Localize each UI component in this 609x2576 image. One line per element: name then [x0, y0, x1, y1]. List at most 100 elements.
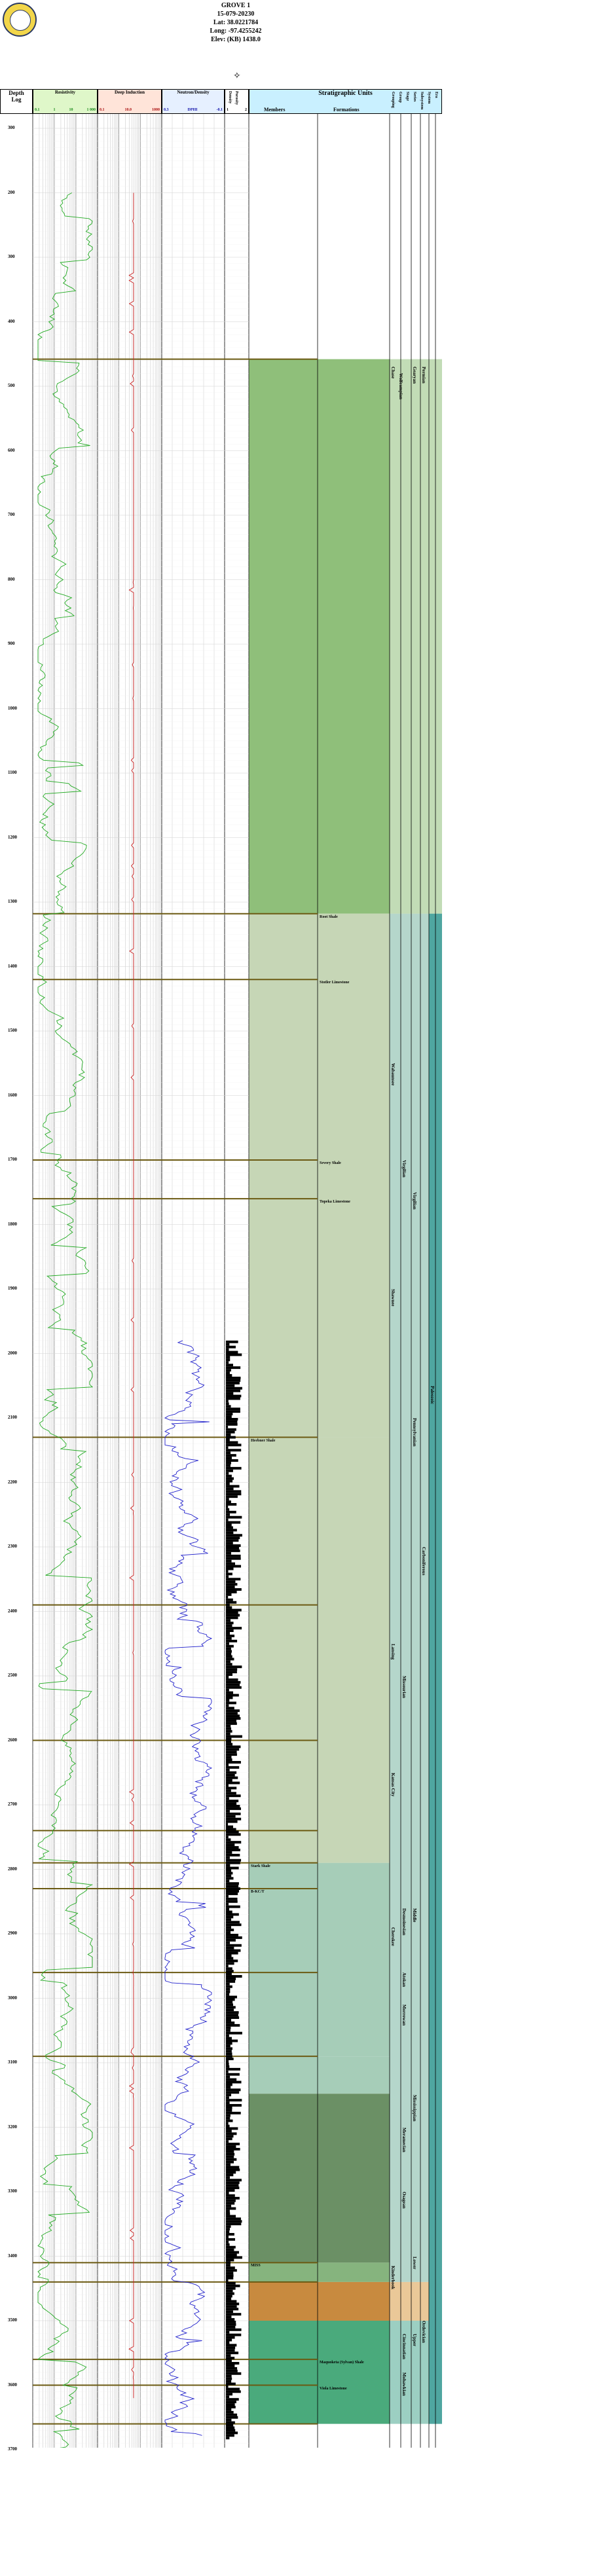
porosity-fill: [226, 1420, 238, 1423]
porosity-fill: [226, 2359, 232, 2363]
porosity-fill: [226, 1652, 232, 1656]
depth-tick-label: 300: [8, 125, 15, 130]
porosity-fill: [226, 1457, 232, 1460]
kgs-logo: [3, 3, 37, 37]
porosity-fill: [226, 1944, 242, 1947]
porosity-fill: [226, 2171, 236, 2174]
porosity-fill: [226, 2230, 230, 2234]
porosity-fill: [226, 2344, 237, 2347]
porosity-fill: [226, 1714, 240, 1718]
porosity-fill: [226, 1559, 232, 1563]
porosity-fill: [226, 2401, 236, 2404]
porosity-fill: [226, 2070, 229, 2073]
porosity-fill: [226, 2008, 234, 2012]
porosity-fill: [226, 1931, 231, 1934]
strat-unit-label: Wabaunsee: [390, 1063, 396, 1086]
porosity-fill: [226, 2207, 236, 2210]
porosity-fill: [226, 2238, 236, 2241]
porosity-fill: [226, 2429, 236, 2432]
porosity-fill: [226, 1534, 242, 1537]
porosity-fill: [226, 1823, 229, 1826]
porosity-fill: [226, 1601, 237, 1604]
porosity-fill: [226, 2253, 237, 2257]
porosity-fill: [226, 2058, 234, 2061]
log-tracks: [32, 114, 442, 2448]
porosity-fill: [226, 2091, 240, 2094]
porosity-fill: [226, 2431, 238, 2435]
porosity-fill: [226, 2351, 239, 2355]
porosity-fill: [226, 1784, 229, 1787]
porosity-fill: [226, 1820, 238, 1823]
porosity-fill: [226, 1982, 230, 1986]
porosity-fill: [226, 1836, 229, 1839]
well-lat: Lat: 38.0221784: [213, 19, 259, 26]
porosity-fill: [226, 1735, 242, 1738]
porosity-fill: [226, 1977, 236, 1980]
porosity-fill: [226, 1500, 231, 1504]
porosity-fill: [226, 1639, 238, 1642]
porosity-fill: [226, 1727, 231, 1730]
porosity-fill: [226, 1371, 230, 1375]
porosity-fill: [226, 1490, 242, 1493]
porosity-fill: [226, 1658, 234, 1661]
porosity-fill: [226, 1449, 242, 1452]
porosity-fill: [226, 1683, 240, 1686]
porosity-fill: [226, 1345, 236, 1349]
porosity-fill: [226, 1797, 229, 1800]
porosity-fill: [226, 2313, 242, 2316]
porosity-fill: [226, 2050, 232, 2053]
well-api: 15-079-20230: [217, 10, 255, 18]
strat-unit-label: Desmoinesian: [401, 1908, 407, 1935]
porosity-fill: [226, 1513, 231, 1516]
member-label: Stark Shale: [251, 1864, 270, 1868]
porosity-fill: [226, 1838, 231, 1841]
porosity-fill: [226, 1415, 232, 1418]
porosity-fill: [226, 2266, 235, 2270]
porosity-fill: [226, 1766, 240, 1769]
porosity-fill: [226, 2336, 235, 2339]
porosity-fill: [226, 2300, 237, 2303]
porosity-fill: [226, 1676, 229, 1678]
strat-band: [249, 2321, 390, 2424]
depth-tick-label: 1700: [8, 1157, 17, 1162]
porosity-fill: [226, 1890, 239, 1893]
porosity-fill: [226, 1671, 237, 1674]
porosity-fill: [226, 2026, 231, 2029]
porosity-fill: [226, 1428, 236, 1431]
porosity-fill: [226, 1650, 232, 1653]
porosity-fill: [226, 2346, 236, 2349]
porosity-fill: [226, 1975, 242, 1978]
porosity-fill: [226, 2235, 229, 2238]
porosity-fill: [226, 1712, 238, 1715]
porosity-fill: [226, 1719, 237, 1722]
porosity-fill: [226, 1707, 234, 1710]
porosity-fill: [226, 1892, 238, 1895]
porosity-fill: [226, 2014, 238, 2017]
porosity-fill: [226, 1348, 229, 1351]
porosity-fill: [226, 1897, 238, 1900]
porosity-fill: [226, 1624, 232, 1627]
depth-tick-label: 2000: [8, 1350, 17, 1356]
porosity-fill: [226, 1830, 239, 1834]
strat-unit-label: Mississippian: [412, 2095, 417, 2122]
porosity-fill: [226, 2269, 237, 2272]
porosity-fill: [226, 1879, 230, 1883]
porosity-fill: [226, 2192, 229, 2194]
porosity-fill: [226, 2437, 230, 2440]
porosity-fill: [226, 2096, 229, 2099]
strat-band: [249, 1437, 390, 1863]
member-label: Root Shale: [320, 915, 338, 919]
porosity-fill: [226, 2318, 235, 2321]
porosity-fill: [226, 2080, 242, 2084]
porosity-fill: [226, 1451, 231, 1455]
porosity-fill: [226, 1590, 237, 1593]
strat-unit-label: Wolfcampian: [398, 373, 403, 400]
member-label: Severy Shale: [320, 1161, 341, 1165]
porosity-fill: [226, 1841, 242, 1844]
porosity-fill: [226, 1869, 232, 1872]
porosity-fill: [226, 2380, 232, 2383]
porosity-fill: [226, 2243, 230, 2246]
porosity-fill: [226, 2233, 234, 2236]
porosity-fill: [226, 2034, 229, 2037]
depth-tick-label: 3200: [8, 2124, 17, 2130]
